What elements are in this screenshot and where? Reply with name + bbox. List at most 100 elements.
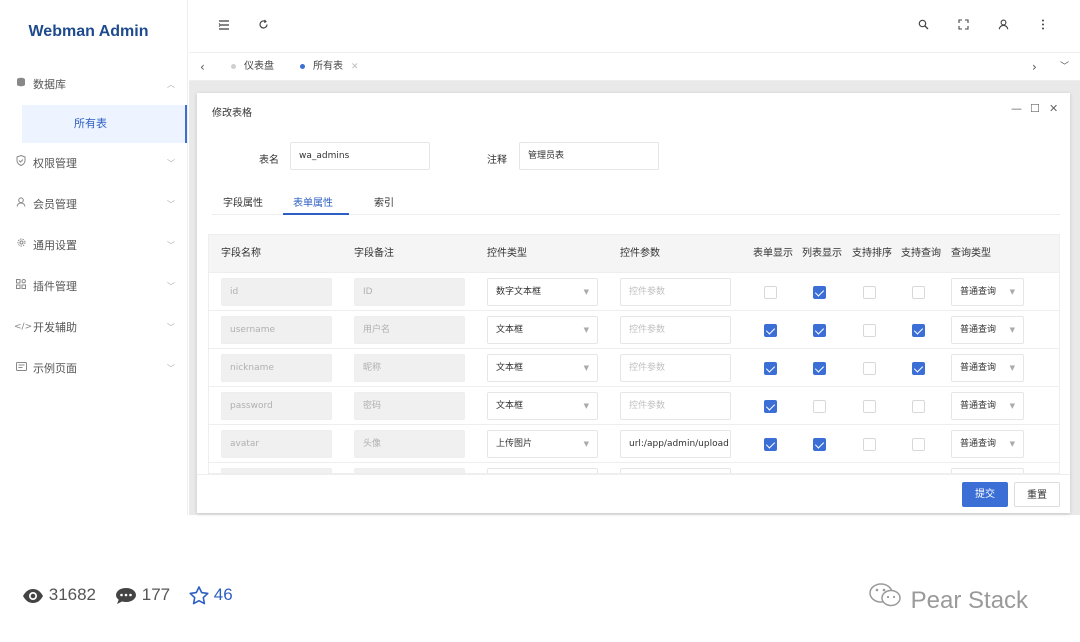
query-type-select[interactable]: 普通查询 ▼ <box>951 316 1024 344</box>
comment-icon <box>115 585 137 604</box>
control-type-select[interactable]: 文本框 ▼ <box>487 316 598 344</box>
query-type-select[interactable]: 普通查询 ▼ <box>951 430 1024 458</box>
searchable-checkbox[interactable] <box>912 400 925 413</box>
searchable-checkbox[interactable] <box>912 438 925 451</box>
sidebar-item-label: 数据库 <box>33 78 66 91</box>
form-show-checkbox[interactable] <box>764 286 777 299</box>
sidebar-item-database[interactable]: 数据库 ︿ <box>0 64 187 105</box>
sortable-checkbox[interactable] <box>863 324 876 337</box>
form-show-checkbox[interactable] <box>764 324 777 337</box>
field-remark-input: 昵称 <box>354 354 465 382</box>
field-remark-input: ID <box>354 278 465 306</box>
control-type-value: 文本框 <box>496 401 524 411</box>
query-type-select[interactable]: 普通查询 ▼ <box>951 278 1024 306</box>
field-name-input: avatar <box>221 430 332 458</box>
search-icon[interactable] <box>918 18 929 36</box>
close-icon[interactable]: ✕ <box>351 62 359 72</box>
dialog-footer: 提交 重置 <box>197 474 1070 513</box>
sortable-checkbox[interactable] <box>863 286 876 299</box>
searchable-checkbox[interactable] <box>912 362 925 375</box>
maximize-icon[interactable]: ☐ <box>1030 102 1040 115</box>
sidebar-item-members[interactable]: 会员管理 ﹀ <box>0 184 187 225</box>
page-icon <box>14 348 28 389</box>
table-row: id ID 数字文本框 ▼ 控件参数 普通查询 ▼ <box>209 272 1059 310</box>
tab-all-tables[interactable]: 所有表 ✕ <box>300 53 359 81</box>
gear-icon <box>14 225 28 266</box>
sortable-checkbox[interactable] <box>863 362 876 375</box>
control-type-select[interactable]: 文本框 ▼ <box>487 392 598 420</box>
close-icon[interactable]: ✕ <box>1049 102 1058 115</box>
control-param-input[interactable]: 控件参数 <box>620 392 731 420</box>
sidebar-item-permissions[interactable]: 权限管理 ﹀ <box>0 143 187 184</box>
control-type-value: 数字文本框 <box>496 287 542 297</box>
menu-fold-icon[interactable] <box>218 18 230 36</box>
table-name-input[interactable]: wa_admins <box>290 142 430 170</box>
sidebar-item-label: 权限管理 <box>33 157 77 170</box>
list-show-checkbox[interactable] <box>813 400 826 413</box>
control-param-input[interactable]: 控件参数 <box>620 354 731 382</box>
fullscreen-icon[interactable] <box>958 18 969 36</box>
list-show-checkbox[interactable] <box>813 286 826 299</box>
comment-input[interactable]: 管理员表 <box>519 142 659 170</box>
list-show-checkbox[interactable] <box>813 438 826 451</box>
sortable-checkbox[interactable] <box>863 400 876 413</box>
more-icon[interactable] <box>1041 18 1045 36</box>
subtab-field-props[interactable]: 字段属性 <box>223 194 263 209</box>
query-type-value: 普通查询 <box>960 363 997 373</box>
subtab-form-props[interactable]: 表单属性 <box>293 194 333 209</box>
caret-down-icon: ▼ <box>1009 402 1015 410</box>
tabs-scroll-left-icon[interactable]: ‹ <box>200 53 205 81</box>
dialog-title: 修改表格 <box>212 108 252 119</box>
list-show-checkbox[interactable] <box>813 324 826 337</box>
sidebar-item-settings[interactable]: 通用设置 ﹀ <box>0 225 187 266</box>
form-show-checkbox[interactable] <box>764 362 777 375</box>
app-logo[interactable]: Webman Admin <box>0 0 187 64</box>
chevron-down-icon: ﹀ <box>167 323 175 332</box>
sortable-checkbox[interactable] <box>863 438 876 451</box>
subtab-active-indicator <box>283 213 349 215</box>
tabs-scroll-right-icon[interactable]: › <box>1032 53 1037 81</box>
sidebar: Webman Admin 数据库 ︿ 所有表 权限管理 ﹀ 会员管理 ﹀ 通用设… <box>0 0 188 515</box>
wechat-logo-icon <box>868 583 904 614</box>
sidebar-item-examples[interactable]: 示例页面 ﹀ <box>0 348 187 389</box>
eye-icon <box>22 585 44 604</box>
sidebar-item-plugins[interactable]: 插件管理 ﹀ <box>0 266 187 307</box>
control-type-select[interactable]: 上传图片 ▼ <box>487 430 598 458</box>
control-type-value: 文本框 <box>496 363 524 373</box>
stars-stat[interactable]: 46 <box>189 582 233 608</box>
column-header: 支持查询 <box>901 248 941 259</box>
query-type-select[interactable]: 普通查询 ▼ <box>951 392 1024 420</box>
table-row: password 密码 文本框 ▼ 控件参数 普通查询 ▼ <box>209 386 1059 424</box>
control-type-select[interactable]: 文本框 ▼ <box>487 354 598 382</box>
caret-down-icon: ▼ <box>583 364 589 372</box>
minimize-icon[interactable]: — <box>1011 102 1022 115</box>
sidebar-item-dev-tools[interactable]: </> 开发辅助 ﹀ <box>0 307 187 348</box>
table-name-label: 表名 <box>259 155 279 166</box>
column-header: 控件参数 <box>620 248 660 259</box>
reset-button[interactable]: 重置 <box>1014 482 1060 507</box>
searchable-checkbox[interactable] <box>912 324 925 337</box>
subtab-index[interactable]: 索引 <box>374 194 394 209</box>
control-param-input[interactable]: url:/app/admin/upload <box>620 430 731 458</box>
submit-button[interactable]: 提交 <box>962 482 1008 507</box>
control-param-input[interactable]: 控件参数 <box>620 316 731 344</box>
searchable-checkbox[interactable] <box>912 286 925 299</box>
table-header: 字段名称 字段备注 控件类型 控件参数 表单显示 列表显示 支持排序 支持查询 … <box>209 235 1059 272</box>
field-name-input: username <box>221 316 332 344</box>
sidebar-item-all-tables[interactable]: 所有表 <box>22 105 187 143</box>
control-type-select[interactable]: 数字文本框 ▼ <box>487 278 598 306</box>
chevron-down-icon[interactable]: ﹀ <box>1060 53 1069 81</box>
tab-dashboard[interactable]: 仪表盘 <box>231 53 274 81</box>
form-show-checkbox[interactable] <box>764 400 777 413</box>
query-type-select[interactable]: 普通查询 ▼ <box>951 354 1024 382</box>
form-show-checkbox[interactable] <box>764 438 777 451</box>
column-header: 控件类型 <box>487 248 527 259</box>
list-show-checkbox[interactable] <box>813 362 826 375</box>
refresh-icon[interactable] <box>258 18 269 36</box>
tab-status-dot <box>231 63 236 69</box>
column-header: 列表显示 <box>802 248 842 259</box>
top-header <box>189 0 1080 53</box>
caret-down-icon: ▼ <box>1009 364 1015 372</box>
user-icon[interactable] <box>998 18 1009 36</box>
control-param-input[interactable]: 控件参数 <box>620 278 731 306</box>
